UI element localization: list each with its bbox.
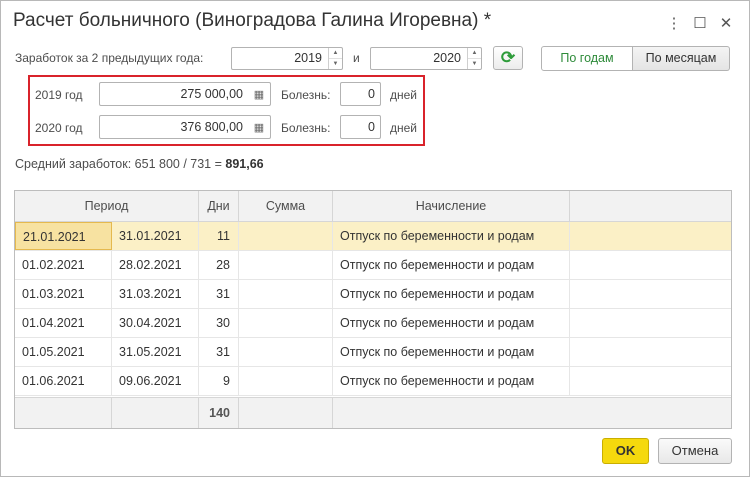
by-months-button[interactable]: По месяцам [633, 46, 730, 71]
refresh-icon: ⟳ [500, 48, 516, 67]
column-header-accrual[interactable]: Начисление [333, 191, 570, 222]
year-to-value: 2020 [433, 51, 461, 65]
sick-leave-dialog: Расчет больничного (Виноградова Галина И… [0, 0, 750, 477]
cell-days[interactable]: 28 [199, 251, 239, 279]
stepper-up-icon[interactable]: ▲ [329, 48, 342, 58]
year-2020-label: 2020 год [35, 121, 83, 135]
table-row[interactable]: 01.03.2021 31.03.2021 31 Отпуск по берем… [15, 280, 731, 309]
footer-total-days: 140 [199, 398, 239, 428]
cell-period-from[interactable]: 21.01.2021 [15, 222, 112, 250]
cell-accrual[interactable]: Отпуск по беременности и родам [333, 367, 570, 395]
and-label: и [353, 51, 360, 65]
year-2020-illness-days: 0 [368, 120, 375, 134]
average-earnings: Средний заработок: 651 800 / 731 = 891,6… [15, 157, 264, 171]
days-label: дней [390, 121, 418, 135]
more-icon[interactable]: ⋮ [661, 13, 687, 33]
table-row[interactable]: 01.02.2021 28.02.2021 28 Отпуск по берем… [15, 251, 731, 280]
year-2019-label: 2019 год [35, 88, 83, 102]
year-to-field[interactable]: 2020 ▲ ▼ [370, 47, 482, 70]
table-row[interactable]: 21.01.2021 31.01.2021 11 Отпуск по берем… [15, 222, 731, 251]
cell-period-to[interactable]: 30.04.2021 [112, 309, 199, 337]
table-footer: 140 [15, 397, 731, 428]
cell-period-from[interactable]: 01.03.2021 [15, 280, 112, 308]
footer-cell [239, 398, 333, 428]
cell-days[interactable]: 11 [199, 222, 239, 250]
cell-accrual[interactable]: Отпуск по беременности и родам [333, 338, 570, 366]
cell-days[interactable]: 31 [199, 280, 239, 308]
table-row[interactable]: 01.05.2021 31.05.2021 31 Отпуск по берем… [15, 338, 731, 367]
close-icon[interactable]: ✕ [713, 13, 739, 33]
year-2020-amount: 376 800,00 [180, 120, 243, 134]
column-header-period[interactable]: Период [15, 191, 199, 222]
table-row[interactable]: 01.06.2021 09.06.2021 9 Отпуск по береме… [15, 367, 731, 396]
footer-cell [333, 398, 731, 428]
refresh-button[interactable]: ⟳ [493, 46, 523, 70]
average-earnings-formula: Средний заработок: 651 800 / 731 = [15, 157, 222, 171]
year-2019-amount: 275 000,00 [180, 87, 243, 101]
dialog-title: Расчет больничного (Виноградова Галина И… [13, 10, 492, 31]
cell-period-from[interactable]: 01.04.2021 [15, 309, 112, 337]
title-bar-controls: ⋮ ☐ ✕ [661, 13, 739, 33]
column-header-filler [570, 191, 731, 222]
cell-sum[interactable] [239, 222, 333, 250]
year-to-stepper[interactable]: ▲ ▼ [467, 48, 481, 69]
table-header: Период Дни Сумма Начисление [15, 191, 731, 222]
cell-period-to[interactable]: 09.06.2021 [112, 367, 199, 395]
column-header-sum[interactable]: Сумма [239, 191, 333, 222]
cell-days[interactable]: 9 [199, 367, 239, 395]
year-from-field[interactable]: 2019 ▲ ▼ [231, 47, 343, 70]
stepper-up-icon[interactable]: ▲ [468, 48, 481, 58]
cell-accrual[interactable]: Отпуск по беременности и родам [333, 280, 570, 308]
cell-period-to[interactable]: 31.03.2021 [112, 280, 199, 308]
cell-sum[interactable] [239, 251, 333, 279]
footer-cell [112, 398, 199, 428]
periods-table: Период Дни Сумма Начисление 21.01.2021 3… [14, 190, 732, 429]
year-2019-illness-days: 0 [368, 87, 375, 101]
cell-days[interactable]: 31 [199, 338, 239, 366]
maximize-icon[interactable]: ☐ [687, 13, 713, 33]
cell-period-from[interactable]: 01.06.2021 [15, 367, 112, 395]
year-2019-amount-field[interactable]: 275 000,00 ▦ [99, 82, 271, 106]
days-label: дней [390, 88, 418, 102]
cell-sum[interactable] [239, 309, 333, 337]
illness-label: Болезнь: [281, 121, 331, 135]
year-from-stepper[interactable]: ▲ ▼ [328, 48, 342, 69]
stepper-down-icon[interactable]: ▼ [468, 58, 481, 69]
cell-sum[interactable] [239, 367, 333, 395]
column-header-days[interactable]: Дни [199, 191, 239, 222]
cell-sum[interactable] [239, 280, 333, 308]
average-earnings-value: 891,66 [225, 157, 264, 171]
table-row[interactable]: 01.04.2021 30.04.2021 30 Отпуск по берем… [15, 309, 731, 338]
calculator-icon[interactable]: ▦ [248, 83, 270, 105]
cancel-button[interactable]: Отмена [658, 438, 732, 464]
year-2020-illness-days-field[interactable]: 0 [340, 115, 381, 139]
cell-accrual[interactable]: Отпуск по беременности и родам [333, 222, 570, 250]
cell-days[interactable]: 30 [199, 309, 239, 337]
cell-period-from[interactable]: 01.02.2021 [15, 251, 112, 279]
year-from-value: 2019 [294, 51, 322, 65]
cell-accrual[interactable]: Отпуск по беременности и родам [333, 251, 570, 279]
cell-period-to[interactable]: 31.05.2021 [112, 338, 199, 366]
cell-sum[interactable] [239, 338, 333, 366]
cell-period-to[interactable]: 31.01.2021 [112, 222, 199, 250]
year-2020-amount-field[interactable]: 376 800,00 ▦ [99, 115, 271, 139]
illness-label: Болезнь: [281, 88, 331, 102]
view-mode-toggle: По годам По месяцам [541, 46, 730, 71]
footer-cell [15, 398, 112, 428]
cell-period-from[interactable]: 01.05.2021 [15, 338, 112, 366]
year-2019-illness-days-field[interactable]: 0 [340, 82, 381, 106]
by-years-button[interactable]: По годам [541, 46, 633, 71]
stepper-down-icon[interactable]: ▼ [329, 58, 342, 69]
cell-period-to[interactable]: 28.02.2021 [112, 251, 199, 279]
cell-accrual[interactable]: Отпуск по беременности и родам [333, 309, 570, 337]
earnings-label: Заработок за 2 предыдущих года: [15, 51, 204, 65]
calculator-icon[interactable]: ▦ [248, 116, 270, 138]
ok-button[interactable]: OK [602, 438, 649, 464]
